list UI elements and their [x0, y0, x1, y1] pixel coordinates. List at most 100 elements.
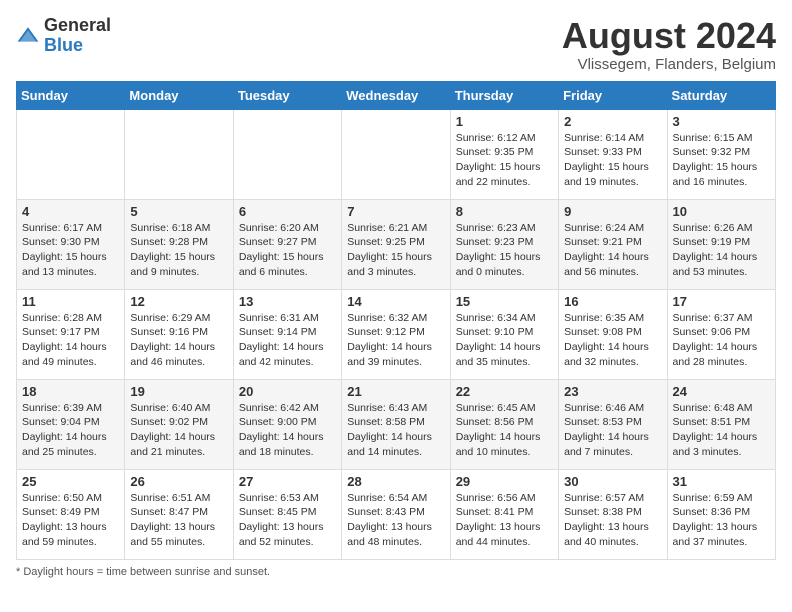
day-info: Sunrise: 6:14 AMSunset: 9:33 PMDaylight:… [564, 131, 661, 190]
day-number: 3 [673, 114, 770, 129]
day-info: Sunrise: 6:12 AMSunset: 9:35 PMDaylight:… [456, 131, 553, 190]
calendar-week-5: 25 Sunrise: 6:50 AMSunset: 8:49 PMDayligh… [17, 469, 776, 559]
calendar-cell: 12 Sunrise: 6:29 AMSunset: 9:16 PMDayligh… [125, 289, 233, 379]
calendar-cell: 10 Sunrise: 6:26 AMSunset: 9:19 PMDayligh… [667, 199, 775, 289]
day-info: Sunrise: 6:45 AMSunset: 8:56 PMDaylight:… [456, 401, 553, 460]
calendar-cell: 18Sunrise: 6:39 AMSunset: 9:04 PMDayligh… [17, 379, 125, 469]
logo-general: General [44, 15, 111, 35]
day-info: Sunrise: 6:46 AMSunset: 8:53 PMDaylight:… [564, 401, 661, 460]
day-number: 10 [673, 204, 770, 219]
calendar-header-friday: Friday [559, 81, 667, 109]
calendar-cell: 26 Sunrise: 6:51 AMSunset: 8:47 PMDayligh… [125, 469, 233, 559]
calendar: SundayMondayTuesdayWednesdayThursdayFrid… [16, 81, 776, 560]
day-info: Sunrise: 6:48 AMSunset: 8:51 PMDaylight:… [673, 401, 770, 460]
day-info: Sunrise: 6:31 AMSunset: 9:14 PMDaylight:… [239, 311, 336, 370]
calendar-cell: 11Sunrise: 6:28 AMSunset: 9:17 PMDayligh… [17, 289, 125, 379]
day-info: Sunrise: 6:17 AMSunset: 9:30 PMDaylight:… [22, 221, 119, 280]
logo-blue: Blue [44, 35, 83, 55]
day-number: 26 [130, 474, 227, 489]
calendar-header-monday: Monday [125, 81, 233, 109]
day-number: 25 [22, 474, 119, 489]
day-number: 15 [456, 294, 553, 309]
day-number: 29 [456, 474, 553, 489]
day-number: 17 [673, 294, 770, 309]
day-info: Sunrise: 6:56 AMSunset: 8:41 PMDaylight:… [456, 491, 553, 550]
day-info: Sunrise: 6:35 AMSunset: 9:08 PMDaylight:… [564, 311, 661, 370]
day-number: 27 [239, 474, 336, 489]
calendar-cell: 3 Sunrise: 6:15 AMSunset: 9:32 PMDaylight… [667, 109, 775, 199]
day-info: Sunrise: 6:20 AMSunset: 9:27 PMDaylight:… [239, 221, 336, 280]
calendar-header-saturday: Saturday [667, 81, 775, 109]
calendar-week-3: 11Sunrise: 6:28 AMSunset: 9:17 PMDayligh… [17, 289, 776, 379]
calendar-cell: 24 Sunrise: 6:48 AMSunset: 8:51 PMDayligh… [667, 379, 775, 469]
calendar-cell: 17 Sunrise: 6:37 AMSunset: 9:06 PMDayligh… [667, 289, 775, 379]
day-info: Sunrise: 6:42 AMSunset: 9:00 PMDaylight:… [239, 401, 336, 460]
calendar-cell: 23Sunrise: 6:46 AMSunset: 8:53 PMDayligh… [559, 379, 667, 469]
calendar-cell: 7Sunrise: 6:21 AMSunset: 9:25 PMDaylight… [342, 199, 450, 289]
calendar-cell: 2Sunrise: 6:14 AMSunset: 9:33 PMDaylight… [559, 109, 667, 199]
day-number: 1 [456, 114, 553, 129]
day-info: Sunrise: 6:24 AMSunset: 9:21 PMDaylight:… [564, 221, 661, 280]
calendar-cell: 15Sunrise: 6:34 AMSunset: 9:10 PMDayligh… [450, 289, 558, 379]
day-number: 13 [239, 294, 336, 309]
calendar-cell: 20 Sunrise: 6:42 AMSunset: 9:00 PMDayligh… [233, 379, 341, 469]
day-info: Sunrise: 6:54 AMSunset: 8:43 PMDaylight:… [347, 491, 444, 550]
day-info: Sunrise: 6:15 AMSunset: 9:32 PMDaylight:… [673, 131, 770, 190]
day-info: Sunrise: 6:26 AMSunset: 9:19 PMDaylight:… [673, 221, 770, 280]
day-info: Sunrise: 6:29 AMSunset: 9:16 PMDaylight:… [130, 311, 227, 370]
calendar-header-tuesday: Tuesday [233, 81, 341, 109]
calendar-week-2: 4 Sunrise: 6:17 AMSunset: 9:30 PMDaylight… [17, 199, 776, 289]
location: Vlissegem, Flanders, Belgium [562, 56, 776, 73]
footer-note: * Daylight hours = time between sunrise … [16, 566, 776, 578]
day-info: Sunrise: 6:40 AMSunset: 9:02 PMDaylight:… [130, 401, 227, 460]
day-number: 22 [456, 384, 553, 399]
day-info: Sunrise: 6:18 AMSunset: 9:28 PMDaylight:… [130, 221, 227, 280]
day-info: Sunrise: 6:50 AMSunset: 8:49 PMDaylight:… [22, 491, 119, 550]
calendar-cell: 21 Sunrise: 6:43 AMSunset: 8:58 PMDayligh… [342, 379, 450, 469]
day-number: 16 [564, 294, 661, 309]
calendar-cell: 4 Sunrise: 6:17 AMSunset: 9:30 PMDaylight… [17, 199, 125, 289]
logo: General Blue [16, 16, 111, 56]
calendar-cell: 5 Sunrise: 6:18 AMSunset: 9:28 PMDaylight… [125, 199, 233, 289]
day-number: 9 [564, 204, 661, 219]
day-info: Sunrise: 6:37 AMSunset: 9:06 PMDaylight:… [673, 311, 770, 370]
day-info: Sunrise: 6:51 AMSunset: 8:47 PMDaylight:… [130, 491, 227, 550]
header: General Blue August 2024 Vlissegem, Flan… [16, 16, 776, 73]
calendar-header-row: SundayMondayTuesdayWednesdayThursdayFrid… [17, 81, 776, 109]
day-number: 4 [22, 204, 119, 219]
day-info: Sunrise: 6:43 AMSunset: 8:58 PMDaylight:… [347, 401, 444, 460]
calendar-cell: 9 Sunrise: 6:24 AMSunset: 9:21 PMDaylight… [559, 199, 667, 289]
day-info: Sunrise: 6:59 AMSunset: 8:36 PMDaylight:… [673, 491, 770, 550]
calendar-cell: 27 Sunrise: 6:53 AMSunset: 8:45 PMDayligh… [233, 469, 341, 559]
day-info: Sunrise: 6:39 AMSunset: 9:04 PMDaylight:… [22, 401, 119, 460]
day-number: 11 [22, 294, 119, 309]
calendar-cell: 16 Sunrise: 6:35 AMSunset: 9:08 PMDayligh… [559, 289, 667, 379]
calendar-cell: 6 Sunrise: 6:20 AMSunset: 9:27 PMDaylight… [233, 199, 341, 289]
day-number: 30 [564, 474, 661, 489]
day-number: 5 [130, 204, 227, 219]
day-number: 6 [239, 204, 336, 219]
calendar-header-wednesday: Wednesday [342, 81, 450, 109]
calendar-cell [17, 109, 125, 199]
calendar-header-thursday: Thursday [450, 81, 558, 109]
calendar-cell [342, 109, 450, 199]
calendar-week-4: 18Sunrise: 6:39 AMSunset: 9:04 PMDayligh… [17, 379, 776, 469]
calendar-cell: 14Sunrise: 6:32 AMSunset: 9:12 PMDayligh… [342, 289, 450, 379]
day-number: 7 [347, 204, 444, 219]
day-number: 20 [239, 384, 336, 399]
day-number: 14 [347, 294, 444, 309]
calendar-cell: 19Sunrise: 6:40 AMSunset: 9:02 PMDayligh… [125, 379, 233, 469]
day-number: 24 [673, 384, 770, 399]
title-area: August 2024 Vlissegem, Flanders, Belgium [562, 16, 776, 73]
calendar-cell: 28 Sunrise: 6:54 AMSunset: 8:43 PMDayligh… [342, 469, 450, 559]
day-number: 28 [347, 474, 444, 489]
calendar-cell: 8Sunrise: 6:23 AMSunset: 9:23 PMDaylight… [450, 199, 558, 289]
day-number: 21 [347, 384, 444, 399]
calendar-cell: 13 Sunrise: 6:31 AMSunset: 9:14 PMDayligh… [233, 289, 341, 379]
day-number: 12 [130, 294, 227, 309]
calendar-cell: 30Sunrise: 6:57 AMSunset: 8:38 PMDayligh… [559, 469, 667, 559]
day-number: 31 [673, 474, 770, 489]
day-number: 8 [456, 204, 553, 219]
day-info: Sunrise: 6:53 AMSunset: 8:45 PMDaylight:… [239, 491, 336, 550]
calendar-cell [125, 109, 233, 199]
